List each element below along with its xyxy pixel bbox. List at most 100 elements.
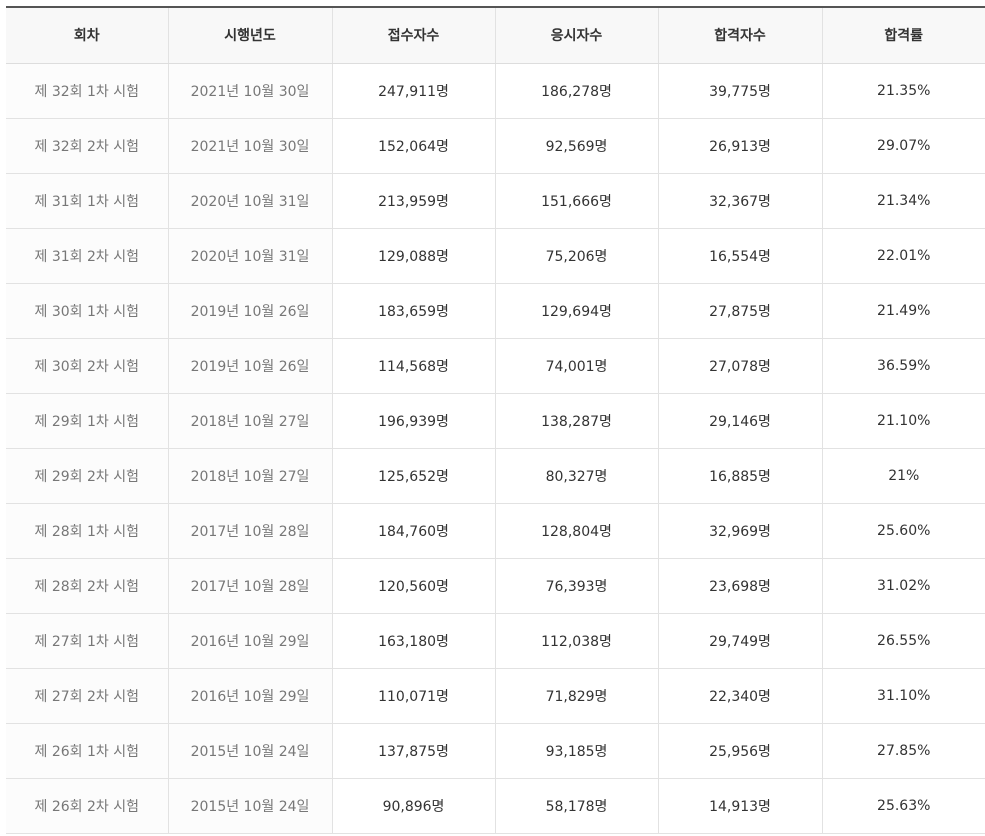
cell-applicants: 196,939명 [331, 393, 495, 449]
table-row: 제 27회 1차 시험 2016년 10월 29일 163,180명 112,038명… [6, 613, 985, 669]
table-row: 제 32회 1차 시험 2021년 10월 30일 247,911명 186,278명… [6, 63, 985, 119]
cell-examinees: 112,038명 [494, 613, 658, 669]
cell-session: 제 27회 2차 시험 [6, 668, 168, 724]
cell-exam-date: 2017년 10월 28일 [167, 503, 332, 559]
header-examinees: 응시자수 [494, 6, 658, 64]
cell-passers: 23,698명 [657, 558, 822, 614]
cell-examinees: 74,001명 [494, 338, 658, 394]
cell-session: 제 30회 2차 시험 [6, 338, 168, 394]
cell-applicants: 90,896명 [331, 778, 495, 834]
cell-passers: 25,956명 [657, 723, 822, 779]
cell-exam-date: 2021년 10월 30일 [167, 118, 332, 174]
table-row: 제 29회 1차 시험 2018년 10월 27일 196,939명 138,287명… [6, 393, 985, 449]
table-body: 제 32회 1차 시험 2021년 10월 30일 247,911명 186,278명… [6, 63, 985, 834]
cell-exam-date: 2019년 10월 26일 [167, 338, 332, 394]
cell-passers: 29,146명 [657, 393, 822, 449]
cell-session: 제 26회 1차 시험 [6, 723, 168, 779]
cell-exam-date: 2021년 10월 30일 [167, 63, 332, 119]
cell-examinees: 80,327명 [494, 448, 658, 504]
cell-exam-date: 2016년 10월 29일 [167, 668, 332, 724]
cell-exam-date: 2016년 10월 29일 [167, 613, 332, 669]
exam-results-table-container: 회차 시행년도 접수자수 응시자수 합격자수 합격률 제 32회 1차 시험 20… [6, 6, 985, 834]
cell-pass-rate: 31.10% [821, 668, 985, 724]
cell-applicants: 125,652명 [331, 448, 495, 504]
cell-pass-rate: 21.49% [821, 283, 985, 339]
cell-pass-rate: 25.63% [821, 778, 985, 834]
cell-pass-rate: 26.55% [821, 613, 985, 669]
cell-pass-rate: 29.07% [821, 118, 985, 174]
cell-passers: 26,913명 [657, 118, 822, 174]
cell-applicants: 114,568명 [331, 338, 495, 394]
cell-examinees: 128,804명 [494, 503, 658, 559]
table-row: 제 30회 1차 시험 2019년 10월 26일 183,659명 129,694명… [6, 283, 985, 339]
header-row: 회차 시행년도 접수자수 응시자수 합격자수 합격률 [6, 6, 985, 64]
header-applicants: 접수자수 [331, 6, 495, 64]
cell-applicants: 110,071명 [331, 668, 495, 724]
cell-pass-rate: 27.85% [821, 723, 985, 779]
cell-passers: 14,913명 [657, 778, 822, 834]
cell-applicants: 183,659명 [331, 283, 495, 339]
table-header: 회차 시행년도 접수자수 응시자수 합격자수 합격률 [6, 6, 985, 64]
cell-applicants: 152,064명 [331, 118, 495, 174]
cell-exam-date: 2017년 10월 28일 [167, 558, 332, 614]
cell-examinees: 129,694명 [494, 283, 658, 339]
cell-passers: 16,885명 [657, 448, 822, 504]
table-row: 제 29회 2차 시험 2018년 10월 27일 125,652명 80,327명 1… [6, 448, 985, 504]
table-row: 제 31회 1차 시험 2020년 10월 31일 213,959명 151,666명… [6, 173, 985, 229]
cell-pass-rate: 21.10% [821, 393, 985, 449]
table-row: 제 27회 2차 시험 2016년 10월 29일 110,071명 71,829명 2… [6, 668, 985, 724]
cell-passers: 29,749명 [657, 613, 822, 669]
cell-session: 제 28회 2차 시험 [6, 558, 168, 614]
cell-applicants: 247,911명 [331, 63, 495, 119]
cell-exam-date: 2019년 10월 26일 [167, 283, 332, 339]
cell-pass-rate: 25.60% [821, 503, 985, 559]
header-pass-rate: 합격률 [821, 6, 985, 64]
cell-applicants: 184,760명 [331, 503, 495, 559]
cell-session: 제 28회 1차 시험 [6, 503, 168, 559]
cell-session: 제 29회 1차 시험 [6, 393, 168, 449]
cell-session: 제 29회 2차 시험 [6, 448, 168, 504]
cell-passers: 27,078명 [657, 338, 822, 394]
header-exam-date: 시행년도 [167, 6, 332, 64]
cell-exam-date: 2015년 10월 24일 [167, 778, 332, 834]
cell-session: 제 32회 1차 시험 [6, 63, 168, 119]
cell-session: 제 31회 1차 시험 [6, 173, 168, 229]
header-session: 회차 [6, 6, 168, 64]
cell-exam-date: 2020년 10월 31일 [167, 228, 332, 284]
cell-applicants: 137,875명 [331, 723, 495, 779]
cell-exam-date: 2018년 10월 27일 [167, 448, 332, 504]
table-row: 제 31회 2차 시험 2020년 10월 31일 129,088명 75,206명 1… [6, 228, 985, 284]
cell-applicants: 213,959명 [331, 173, 495, 229]
cell-examinees: 75,206명 [494, 228, 658, 284]
cell-passers: 22,340명 [657, 668, 822, 724]
cell-applicants: 163,180명 [331, 613, 495, 669]
cell-pass-rate: 31.02% [821, 558, 985, 614]
table-row: 제 28회 1차 시험 2017년 10월 28일 184,760명 128,804명… [6, 503, 985, 559]
cell-examinees: 92,569명 [494, 118, 658, 174]
cell-pass-rate: 21% [821, 448, 985, 504]
cell-applicants: 129,088명 [331, 228, 495, 284]
header-passers: 합격자수 [657, 6, 822, 64]
table-row: 제 26회 1차 시험 2015년 10월 24일 137,875명 93,185명 2… [6, 723, 985, 779]
cell-exam-date: 2018년 10월 27일 [167, 393, 332, 449]
cell-passers: 32,969명 [657, 503, 822, 559]
cell-examinees: 71,829명 [494, 668, 658, 724]
cell-pass-rate: 21.34% [821, 173, 985, 229]
cell-examinees: 138,287명 [494, 393, 658, 449]
cell-pass-rate: 21.35% [821, 63, 985, 119]
table-row: 제 28회 2차 시험 2017년 10월 28일 120,560명 76,393명 2… [6, 558, 985, 614]
cell-passers: 27,875명 [657, 283, 822, 339]
cell-session: 제 26회 2차 시험 [6, 778, 168, 834]
cell-passers: 16,554명 [657, 228, 822, 284]
cell-exam-date: 2015년 10월 24일 [167, 723, 332, 779]
cell-session: 제 30회 1차 시험 [6, 283, 168, 339]
cell-session: 제 27회 1차 시험 [6, 613, 168, 669]
cell-passers: 32,367명 [657, 173, 822, 229]
cell-applicants: 120,560명 [331, 558, 495, 614]
table-row: 제 30회 2차 시험 2019년 10월 26일 114,568명 74,001명 2… [6, 338, 985, 394]
table-row: 제 32회 2차 시험 2021년 10월 30일 152,064명 92,569명 2… [6, 118, 985, 174]
cell-examinees: 76,393명 [494, 558, 658, 614]
cell-examinees: 58,178명 [494, 778, 658, 834]
cell-session: 제 31회 2차 시험 [6, 228, 168, 284]
exam-results-table: 회차 시행년도 접수자수 응시자수 합격자수 합격률 제 32회 1차 시험 20… [6, 6, 985, 834]
